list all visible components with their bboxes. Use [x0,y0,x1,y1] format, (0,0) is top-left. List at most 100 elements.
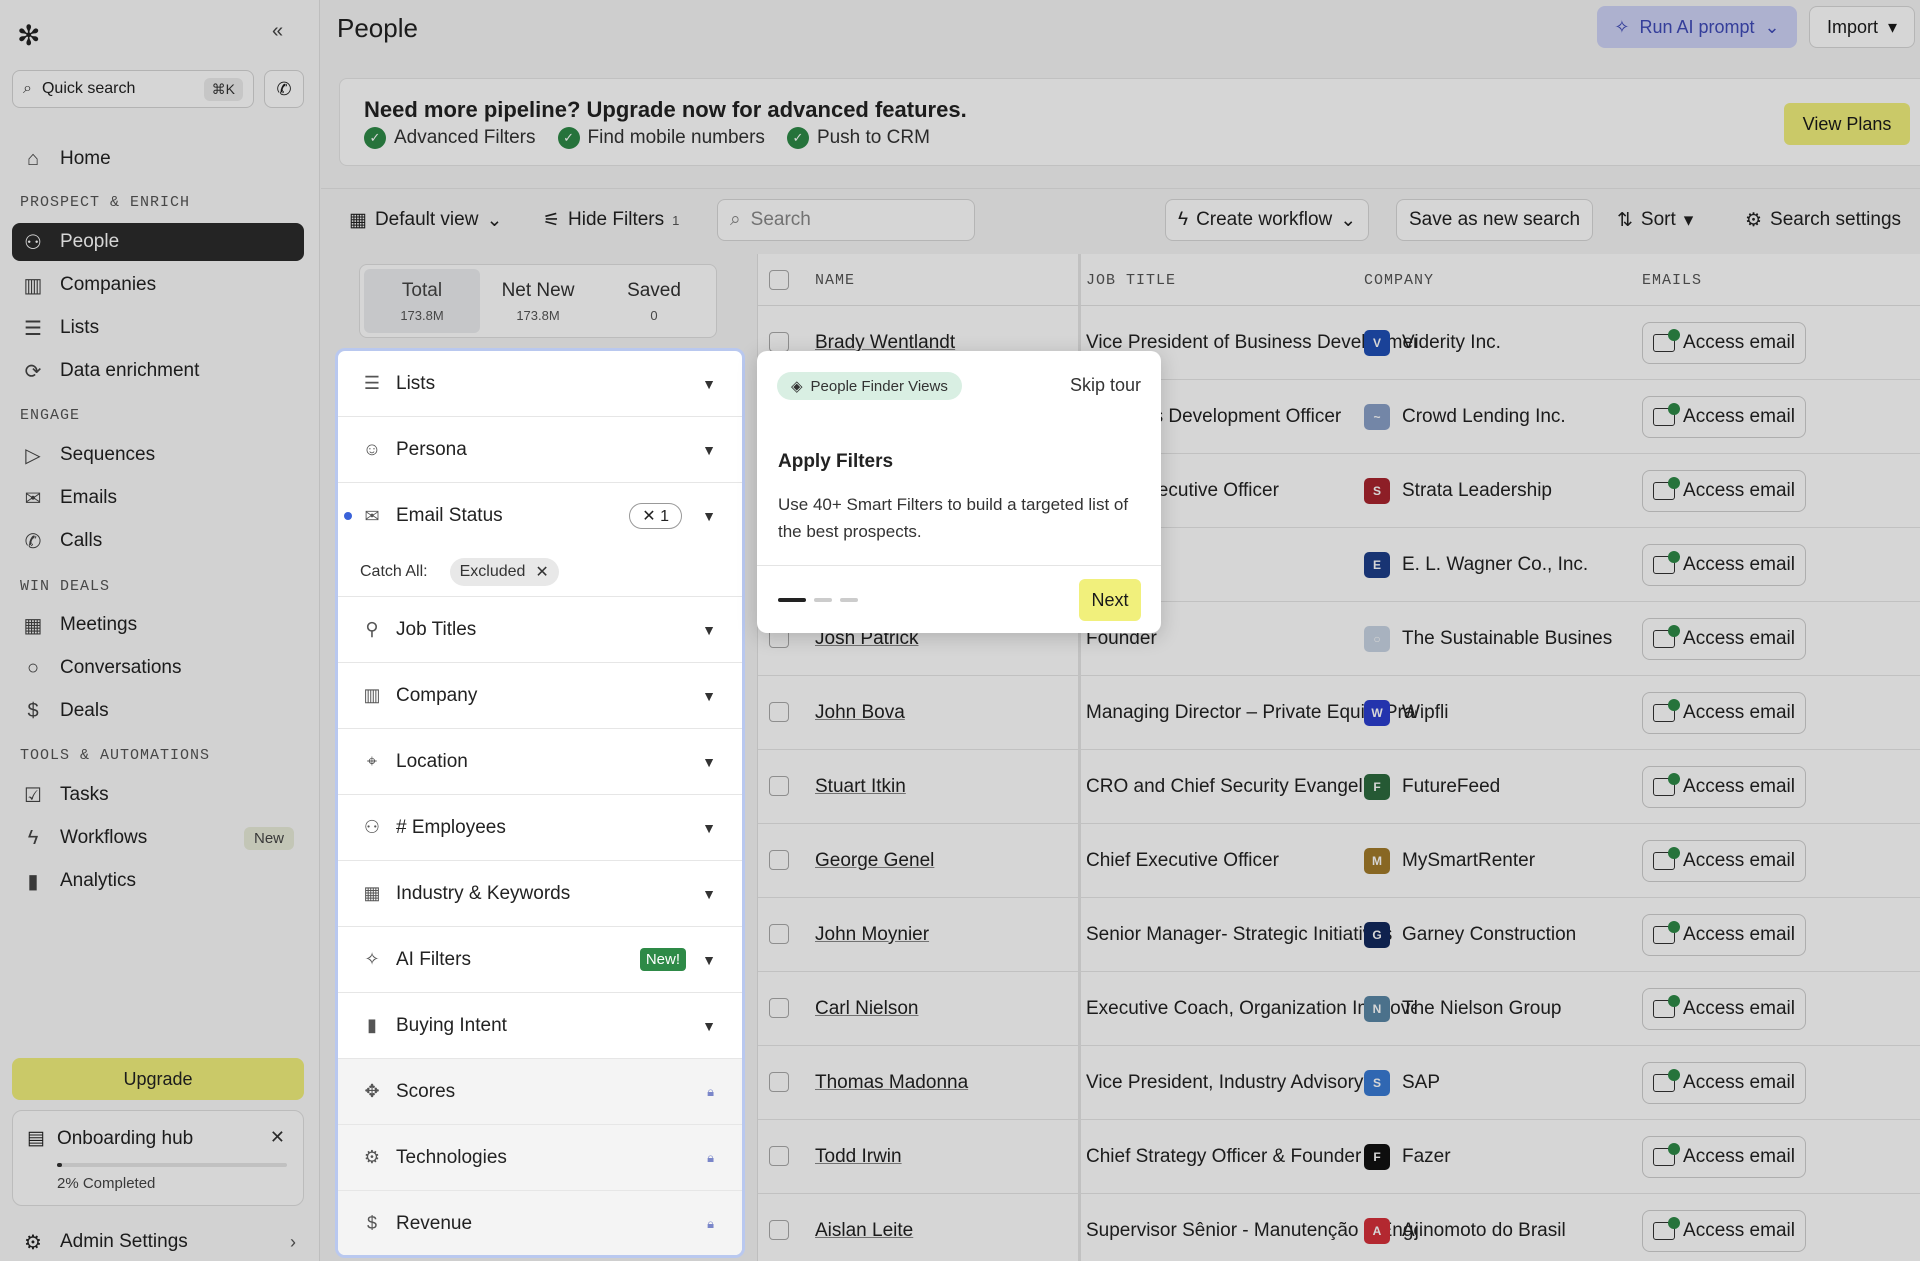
default-view-dropdown[interactable]: ▦ Default view ⌄ [349,199,502,241]
filter-scores[interactable]: ✥ Scores 🔒︎ [338,1059,742,1125]
company-name[interactable]: Crowd Lending Inc. [1402,406,1622,428]
nav-deals[interactable]: $ Deals [12,692,304,730]
tab-net-new[interactable]: Net New 173.8M [480,269,596,333]
access-email-button[interactable]: Access email [1642,914,1806,956]
nav-companies[interactable]: ▥ Companies [12,266,304,304]
filter-job-titles[interactable]: ⚲ Job Titles ▼ [338,597,742,663]
company-name[interactable]: SAP [1402,1072,1622,1094]
access-email-button[interactable]: Access email [1642,766,1806,808]
filter-persona[interactable]: ☺ Persona ▼ [338,417,742,483]
row-checkbox[interactable] [769,850,789,870]
access-email-button[interactable]: Access email [1642,618,1806,660]
person-name[interactable]: Todd Irwin [815,1146,902,1168]
table-row[interactable]: John Bova Managing Director – Private Equ… [758,676,1920,750]
company-name[interactable]: Fazer [1402,1146,1622,1168]
skip-tour-button[interactable]: Skip tour [1070,375,1141,396]
table-row[interactable]: Stuart Itkin CRO and Chief Security Evang… [758,750,1920,824]
run-ai-prompt-button[interactable]: ✧ Run AI prompt ⌄ [1597,6,1797,48]
access-email-button[interactable]: Access email [1642,322,1806,364]
header-name[interactable]: NAME [815,272,855,289]
select-all-checkbox[interactable] [769,270,789,290]
access-email-button[interactable]: Access email [1642,470,1806,512]
nav-workflows[interactable]: ϟ Workflows New [12,819,304,857]
filter-count-chip[interactable]: ✕ 1 [629,503,682,529]
row-checkbox[interactable] [769,1072,789,1092]
table-row[interactable]: George Genel Chief Executive Officer M MySm… [758,824,1920,898]
filter-ai[interactable]: ✧ AI Filters New! ▼ [338,927,742,993]
filter-buying-intent[interactable]: ▮ Buying Intent ▼ [338,993,742,1059]
save-search-button[interactable]: Save as new search [1396,199,1594,241]
view-plans-button[interactable]: View Plans [1784,103,1910,145]
close-icon[interactable]: ✕ [270,1127,285,1148]
row-checkbox[interactable] [769,1146,789,1166]
nav-tasks[interactable]: ☑ Tasks [12,776,304,814]
company-name[interactable]: The Nielson Group [1402,998,1622,1020]
quick-search[interactable]: ⌕ Quick search ⌘K [12,70,254,108]
person-name[interactable]: Stuart Itkin [815,776,906,798]
company-name[interactable]: The Sustainable Busines [1402,628,1622,650]
table-row[interactable]: John Moynier Senior Manager- Strategic In… [758,898,1920,972]
company-name[interactable]: Viderity Inc. [1402,332,1622,354]
filter-email-status[interactable]: ✉ Email Status ✕ 1 ▼ [338,483,742,549]
person-name[interactable]: John Bova [815,702,905,724]
access-email-button[interactable]: Access email [1642,988,1806,1030]
header-emails[interactable]: EMAILS [1642,272,1702,289]
person-name[interactable]: John Moynier [815,924,929,946]
search-settings-button[interactable]: ⚙ Search settings [1745,199,1901,241]
company-name[interactable]: Wipfli [1402,702,1622,724]
close-icon[interactable]: ✕ [535,562,548,582]
person-name[interactable]: Aislan Leite [815,1220,913,1242]
table-row[interactable]: Thomas Madonna Vice President, Industry A… [758,1046,1920,1120]
hide-filters-button[interactable]: ⚟ Hide Filters 1 [543,199,679,241]
filter-company[interactable]: ▥ Company ▼ [338,663,742,729]
access-email-button[interactable]: Access email [1642,544,1806,586]
row-checkbox[interactable] [769,998,789,1018]
filter-location[interactable]: ⌖ Location ▼ [338,729,742,795]
access-email-button[interactable]: Access email [1642,1062,1806,1104]
next-button[interactable]: Next [1079,579,1141,621]
access-email-button[interactable]: Access email [1642,840,1806,882]
nav-lists[interactable]: ☰ Lists [12,309,304,347]
admin-settings[interactable]: ⚙ Admin Settings › [12,1224,304,1260]
onboarding-hub[interactable]: ▤ Onboarding hub ✕ 2% Completed [12,1110,304,1206]
tab-total[interactable]: Total 173.8M [364,269,480,333]
nav-conversations[interactable]: ○ Conversations [12,649,304,687]
row-checkbox[interactable] [769,702,789,722]
nav-emails[interactable]: ✉ Emails [12,479,304,517]
access-email-button[interactable]: Access email [1642,396,1806,438]
access-email-button[interactable]: Access email [1642,1210,1806,1252]
filter-technologies[interactable]: ⚙ Technologies 🔒︎ [338,1125,742,1191]
create-workflow-button[interactable]: ϟ Create workflow ⌄ [1165,199,1370,241]
filter-industry[interactable]: ▦ Industry & Keywords ▼ [338,861,742,927]
access-email-button[interactable]: Access email [1642,692,1806,734]
import-button[interactable]: Import ▾ [1809,6,1915,48]
nav-sequences[interactable]: ▷ Sequences [12,436,304,474]
search-input[interactable]: ⌕ Search [717,199,975,241]
filter-lists[interactable]: ☰ Lists ▼ [338,351,742,417]
access-email-button[interactable]: Access email [1642,1136,1806,1178]
filter-employees[interactable]: ⚇ # Employees ▼ [338,795,742,861]
company-name[interactable]: Ajinomoto do Brasil [1402,1220,1622,1242]
nav-data-enrichment[interactable]: ⟳ Data enrichment [12,352,304,390]
upgrade-button[interactable]: Upgrade [12,1058,304,1100]
phone-button[interactable]: ✆ [264,70,304,108]
person-name[interactable]: Carl Nielson [815,998,918,1020]
sort-button[interactable]: ⇅ Sort ▾ [1617,199,1693,241]
nav-meetings[interactable]: ▦ Meetings [12,606,304,644]
nav-analytics[interactable]: ▮ Analytics [12,862,304,900]
excluded-pill[interactable]: Excluded ✕ [449,557,559,586]
app-logo[interactable]: ✻ [17,19,40,52]
row-checkbox[interactable] [769,332,789,352]
header-job-title[interactable]: JOB TITLE [1086,272,1176,289]
filter-revenue[interactable]: $ Revenue 🔒︎ [338,1191,742,1255]
person-name[interactable]: Thomas Madonna [815,1072,968,1094]
nav-calls[interactable]: ✆ Calls [12,522,304,560]
company-name[interactable]: E. L. Wagner Co., Inc. [1402,554,1622,576]
table-row[interactable]: Aislan Leite Supervisor Sênior - Manutenç… [758,1194,1920,1261]
row-checkbox[interactable] [769,924,789,944]
header-company[interactable]: COMPANY [1364,272,1434,289]
company-name[interactable]: Garney Construction [1402,924,1622,946]
company-name[interactable]: MySmartRenter [1402,850,1622,872]
row-checkbox[interactable] [769,776,789,796]
table-row[interactable]: Carl Nielson Executive Coach, Organizatio… [758,972,1920,1046]
